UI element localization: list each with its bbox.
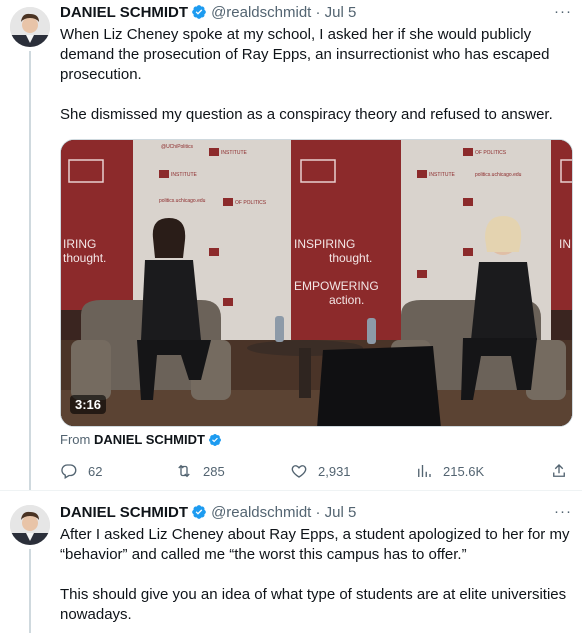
- tweet-paragraph: She dismissed my question as a conspirac…: [60, 106, 553, 123]
- backdrop-text: action.: [329, 293, 364, 307]
- tweet-text: After I asked Liz Cheney about Ray Epps,…: [60, 525, 572, 625]
- backdrop-text: politics.uchicago.edu: [475, 172, 522, 178]
- tweet-date[interactable]: Jul 5: [325, 504, 357, 521]
- views-icon: [418, 465, 431, 477]
- tweet-date[interactable]: Jul 5: [325, 4, 357, 21]
- share-icon: [553, 464, 565, 477]
- video-attribution: From DANIEL SCHMIDT: [60, 432, 226, 448]
- retweet-icon: [178, 464, 190, 478]
- thread-line: [29, 549, 31, 633]
- share-button[interactable]: [550, 460, 578, 482]
- backdrop-text: thought.: [329, 251, 372, 265]
- like-count: 2,931: [318, 463, 351, 479]
- reply-icon: [61, 464, 77, 479]
- verified-badge-icon: [192, 505, 206, 519]
- verified-badge-icon: [208, 434, 221, 446]
- reply-count: 62: [88, 463, 103, 479]
- reply-button[interactable]: 62: [60, 460, 102, 482]
- from-label: From: [60, 432, 91, 447]
- from-author[interactable]: DANIEL SCHMIDT: [94, 432, 205, 447]
- views-count: 215.6K: [443, 463, 485, 479]
- video-player[interactable]: IRING thought. INSPIRING thought. EMPOWE…: [60, 139, 573, 427]
- video-frame: IRING thought. INSPIRING thought. EMPOWE…: [61, 140, 572, 426]
- tweet-paragraph: This should give you an idea of what typ…: [60, 586, 567, 623]
- retweet-count: 285: [203, 463, 225, 479]
- backdrop-text: politics.uchicago.edu: [159, 198, 206, 204]
- thread-line: [29, 51, 31, 490]
- verified-badge-icon: [192, 5, 206, 19]
- backdrop-text: INSTITUTE: [171, 172, 197, 178]
- tweet-1[interactable]: DANIEL SCHMIDT @realdschmidt · Jul 5 ··· …: [0, 0, 582, 490]
- avatar[interactable]: [10, 7, 50, 47]
- backdrop-text: IN: [559, 237, 571, 251]
- backdrop-text: INSTITUTE: [429, 172, 455, 178]
- author-row: DANIEL SCHMIDT @realdschmidt · Jul 5: [60, 3, 356, 23]
- heart-icon: [291, 465, 307, 478]
- author-handle[interactable]: @realdschmidt: [211, 4, 311, 21]
- backdrop-text: OF POLITICS: [235, 200, 267, 206]
- backdrop-text: OF POLITICS: [475, 150, 507, 156]
- backdrop-text: INSPIRING: [294, 237, 355, 251]
- like-button[interactable]: 2,931: [290, 460, 351, 482]
- backdrop-text: EMPOWERING: [294, 279, 379, 293]
- backdrop-text: thought.: [63, 251, 106, 265]
- more-options-icon[interactable]: ···: [554, 503, 572, 520]
- backdrop-text: @UChiPolitics: [161, 144, 194, 150]
- author-row: DANIEL SCHMIDT @realdschmidt · Jul 5: [60, 503, 356, 523]
- separator-dot: ·: [315, 4, 321, 21]
- author-name[interactable]: DANIEL SCHMIDT: [60, 504, 188, 521]
- more-options-icon[interactable]: ···: [554, 3, 572, 20]
- views-button[interactable]: 215.6K: [415, 460, 484, 482]
- author-handle[interactable]: @realdschmidt: [211, 504, 311, 521]
- backdrop-text: INSTITUTE: [221, 150, 247, 156]
- separator-dot: ·: [315, 504, 321, 521]
- tweet-paragraph: After I asked Liz Cheney about Ray Epps,…: [60, 526, 570, 563]
- video-duration: 3:16: [70, 395, 107, 414]
- author-name[interactable]: DANIEL SCHMIDT: [60, 4, 188, 21]
- avatar[interactable]: [10, 505, 50, 545]
- tweet-text: When Liz Cheney spoke at my school, I as…: [60, 25, 572, 125]
- retweet-button[interactable]: 285: [175, 460, 225, 482]
- action-bar: 62 285 2,931 215.6K: [60, 460, 572, 482]
- backdrop-text: IRING: [63, 237, 96, 251]
- tweet-paragraph: When Liz Cheney spoke at my school, I as…: [60, 26, 550, 83]
- tweet-2[interactable]: DANIEL SCHMIDT @realdschmidt · Jul 5 ··· …: [0, 491, 582, 633]
